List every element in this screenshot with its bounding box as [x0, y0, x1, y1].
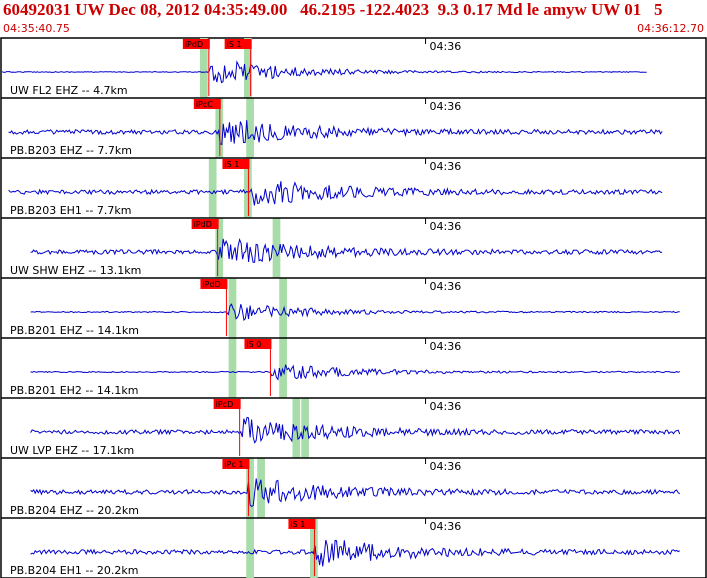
pick-label: iS 1: [290, 520, 305, 529]
pick-window: [228, 338, 237, 398]
minute-tick-label: 04:36: [430, 100, 462, 113]
pick-label: iPc 1: [224, 460, 243, 469]
station-label: PB.B204 EH1 -- 20.2km: [10, 564, 138, 577]
minute-tick-label: 04:36: [430, 400, 462, 413]
plot-frame: [0, 37, 707, 578]
station-label: UW LVP EHZ -- 17.1km: [10, 444, 134, 457]
trace-waveform: [8, 181, 663, 206]
station-label: PB.B201 EH2 -- 14.1km: [10, 384, 138, 397]
pick-label: iS 0: [246, 340, 261, 349]
pick-window: [208, 158, 217, 218]
station-label: UW FL2 EHZ -- 4.7km: [10, 84, 128, 97]
minute-tick-label: 04:36: [430, 40, 462, 53]
pick-window: [279, 278, 287, 338]
pick-label: iPcC: [196, 100, 213, 109]
trace-waveform: [30, 478, 681, 507]
pick-label: iPdD: [185, 40, 203, 49]
trace-waveform: [1, 60, 647, 84]
minute-tick-label: 04:36: [430, 460, 462, 473]
trace-waveform: [30, 364, 680, 381]
station-label: PB.B204 EHZ -- 20.2km: [10, 504, 139, 517]
trace-waveform: [30, 237, 663, 263]
minute-tick-label: 04:36: [430, 280, 462, 293]
trace-waveform: [30, 416, 681, 444]
pick-label: iS 1: [224, 160, 239, 169]
station-label: PB.B201 EHZ -- 14.1km: [10, 324, 139, 337]
minute-tick-label: 04:36: [430, 340, 462, 353]
minute-tick-label: 04:36: [430, 160, 462, 173]
pick-window: [279, 338, 287, 398]
pick-label: iPdD: [194, 220, 212, 229]
station-label: PB.B203 EH1 -- 7.7km: [10, 204, 131, 217]
minute-tick-label: 04:36: [430, 220, 462, 233]
station-label: UW SHW EHZ -- 13.1km: [10, 264, 141, 277]
pick-label: iS 1: [227, 40, 242, 49]
minute-tick-label: 04:36: [430, 520, 462, 533]
trace-waveform: [30, 539, 680, 567]
pick-label: iPdD: [202, 280, 220, 289]
trace-waveform: [8, 120, 663, 146]
pick-label: iPcD: [216, 400, 234, 409]
station-label: PB.B203 EHZ -- 7.7km: [10, 144, 132, 157]
seismogram-plot: 04:36 iPdD iS 1 UW FL2 EHZ -- 4.7km 04:36 iPc…: [0, 37, 707, 578]
pick-window: [246, 518, 254, 578]
trace-waveform: [30, 303, 680, 322]
